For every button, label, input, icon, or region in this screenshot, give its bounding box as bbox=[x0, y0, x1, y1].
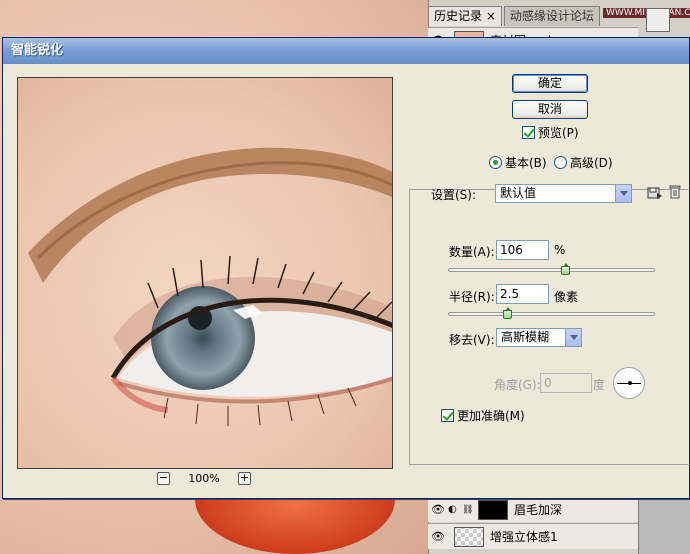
dialog-title[interactable]: 智能锐化 bbox=[3, 38, 689, 64]
preview-checkbox-row[interactable]: 预览(P) bbox=[522, 124, 579, 141]
amount-label: 数量(A): bbox=[449, 245, 495, 259]
tab-forum[interactable]: 动感缘设计论坛 bbox=[503, 6, 600, 26]
basic-label: 基本(B) bbox=[505, 156, 547, 170]
radius-label: 半径(R): bbox=[449, 290, 495, 304]
panel-tabs: 历史记录 × 动感缘设计论坛 bbox=[428, 6, 602, 26]
basic-radio[interactable] bbox=[489, 156, 502, 169]
radius-unit: 像素 bbox=[554, 290, 579, 304]
mode-basic-row[interactable]: 基本(B) bbox=[489, 154, 547, 171]
cancel-button[interactable]: 取消 bbox=[512, 100, 588, 119]
preview-image[interactable] bbox=[17, 77, 393, 469]
amount-slider-thumb[interactable] bbox=[560, 263, 570, 275]
chevron-down-icon bbox=[615, 185, 631, 202]
more-accurate-label: 更加准确(M) bbox=[457, 409, 525, 423]
layer-mask-thumbnail bbox=[478, 499, 508, 520]
zoom-controls: − 100% + bbox=[157, 472, 251, 485]
eye-icon[interactable]: 👁 bbox=[428, 530, 448, 543]
ok-button[interactable]: 确定 bbox=[512, 74, 588, 93]
eye-icon[interactable]: 👁 bbox=[428, 503, 448, 516]
angle-input: 0 bbox=[540, 373, 592, 393]
zoom-out-button[interactable]: − bbox=[157, 472, 170, 485]
more-accurate-checkbox[interactable] bbox=[441, 409, 454, 422]
smart-sharpen-dialog: 智能锐化 − 100% + 确定 取消 预览(P) 基本(B) 高级(D) 设置… bbox=[2, 37, 690, 499]
settings-label: 设置(S): bbox=[431, 188, 477, 202]
remove-label: 移去(V): bbox=[449, 333, 495, 347]
chevron-down-icon bbox=[565, 329, 581, 346]
close-icon[interactable]: × bbox=[486, 9, 496, 23]
adjustment-icon: ◐ bbox=[448, 504, 457, 515]
remove-dropdown[interactable]: 高斯模糊 bbox=[496, 328, 582, 347]
trash-icon[interactable] bbox=[667, 184, 683, 200]
angle-label: 角度(G): bbox=[494, 378, 541, 392]
preview-label: 预览(P) bbox=[538, 126, 579, 140]
zoom-in-button[interactable]: + bbox=[238, 472, 251, 485]
settings-dropdown[interactable]: 默认值 bbox=[495, 184, 632, 203]
advanced-label: 高级(D) bbox=[570, 156, 613, 170]
amount-slider[interactable] bbox=[448, 263, 655, 275]
radius-slider[interactable] bbox=[448, 307, 655, 319]
amount-unit: % bbox=[554, 243, 566, 257]
link-icon: ⛓ bbox=[462, 504, 474, 515]
radius-slider-thumb[interactable] bbox=[502, 307, 512, 319]
tab-history[interactable]: 历史记录 × bbox=[428, 6, 502, 26]
angle-dial bbox=[613, 367, 645, 399]
preview-checkbox[interactable] bbox=[522, 126, 535, 139]
panel-scrollbar[interactable] bbox=[638, 495, 690, 554]
amount-input[interactable]: 106 bbox=[496, 240, 549, 260]
eye-preview-graphic bbox=[18, 78, 392, 468]
save-settings-icon[interactable] bbox=[647, 185, 663, 201]
mode-advanced-row[interactable]: 高级(D) bbox=[554, 154, 613, 171]
angle-unit: 度 bbox=[593, 378, 606, 392]
layer-thumbnail bbox=[454, 526, 484, 547]
zoom-level: 100% bbox=[188, 472, 220, 485]
radius-input[interactable]: 2.5 bbox=[496, 284, 549, 304]
tool-icon[interactable] bbox=[646, 8, 670, 32]
layer-row[interactable]: 👁 ◐ ⛓ 眉毛加深 bbox=[428, 496, 638, 522]
more-accurate-row[interactable]: 更加准确(M) bbox=[441, 407, 525, 424]
advanced-radio[interactable] bbox=[554, 156, 567, 169]
layer-row[interactable]: 👁 增强立体感1 bbox=[428, 523, 638, 549]
